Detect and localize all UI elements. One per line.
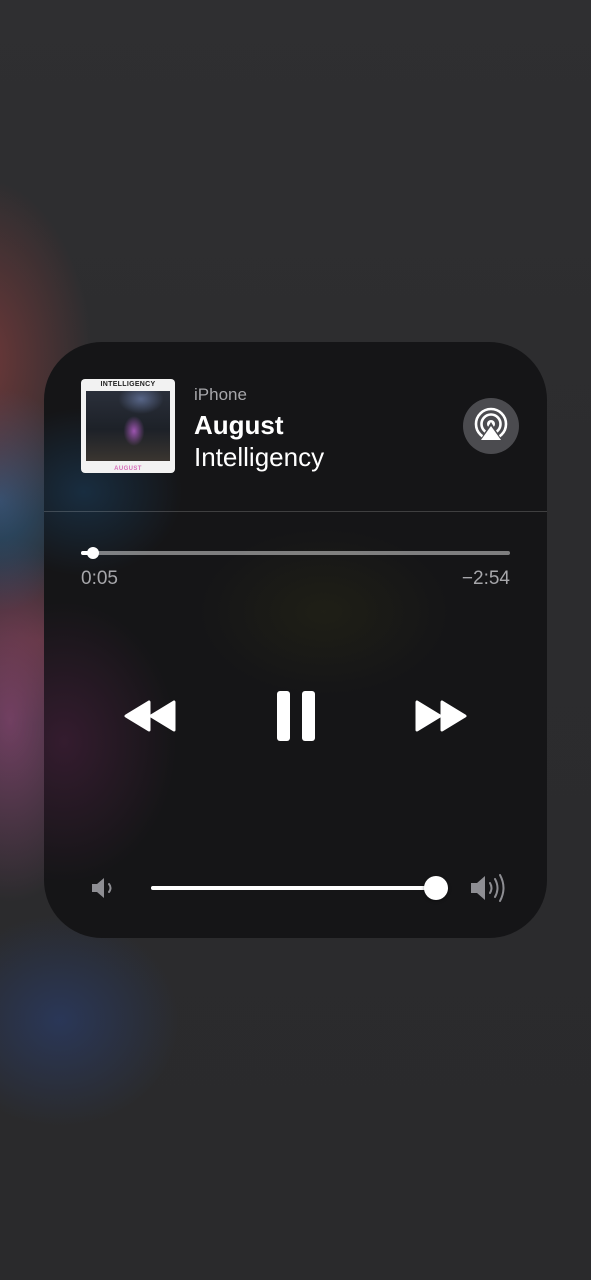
artist-name: Intelligency [194, 442, 325, 472]
volume-level-fill [151, 886, 436, 890]
fast-forward-icon[interactable] [413, 698, 469, 734]
elapsed-time: 0:05 [81, 568, 118, 589]
album-artwork-photo [86, 391, 170, 461]
rewind-icon[interactable] [122, 698, 178, 734]
pause-icon[interactable] [275, 690, 317, 742]
now-playing-card: INTELLIGENCY AUGUST iPhone August Intell… [44, 342, 547, 938]
album-artwork: INTELLIGENCY AUGUST [81, 379, 175, 473]
playback-scrubber-handle[interactable] [87, 547, 99, 559]
speaker-low-icon [92, 878, 112, 898]
remaining-time: −2:54 [461, 568, 510, 589]
volume-slider[interactable] [151, 876, 448, 900]
output-device-label: iPhone [194, 385, 247, 404]
volume-slider-handle[interactable] [424, 876, 448, 900]
airplay-audio-icon [474, 407, 508, 442]
airplay-button[interactable] [463, 398, 519, 454]
speaker-high-icon [471, 874, 505, 902]
playback-scrubber[interactable] [81, 547, 510, 559]
album-artwork-subtitle: AUGUST [114, 466, 142, 472]
album-artwork-title: INTELLIGENCY [100, 381, 156, 388]
song-title: August [194, 410, 284, 440]
divider [44, 511, 547, 512]
